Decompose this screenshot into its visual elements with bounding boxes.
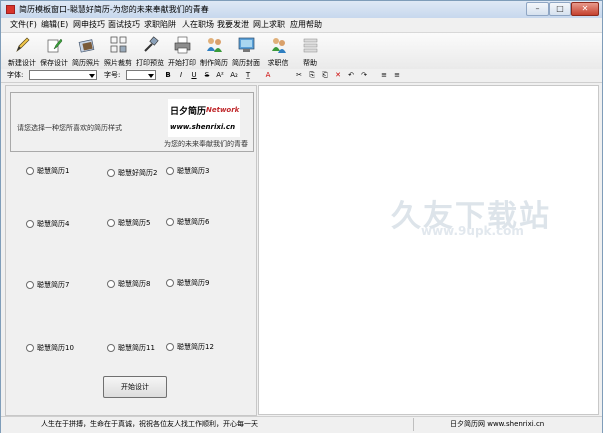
minimize-button[interactable]: – — [526, 2, 549, 16]
toolbar: 新建设计 保存设计 简历照片 照片裁剪 打印预览 开始打印 制作简历 简历封面 — [1, 33, 602, 70]
help-icon — [303, 38, 318, 53]
radio-button[interactable] — [166, 343, 174, 351]
photo-icon — [78, 39, 95, 53]
status-website: 日夕简历网 www.shenrixi.cn — [450, 420, 545, 428]
chevron-down-icon — [89, 74, 95, 78]
size-label: 字号: — [104, 71, 121, 79]
subscript-button[interactable]: A₂ — [229, 70, 239, 80]
align-left-button[interactable]: ≡ — [379, 70, 389, 80]
radio-label: 聪慧简历12 — [177, 343, 214, 351]
menu-edit[interactable]: 编辑(E) — [41, 19, 68, 30]
paste-button[interactable]: ⎗ — [320, 70, 330, 80]
radio-label: 聪慧简历6 — [177, 218, 210, 226]
template-panel: 请您选择一种您所喜欢的简历样式 日夕简历 Network www.shenrix… — [5, 85, 257, 416]
radio-label: 聪慧简历1 — [37, 167, 70, 175]
watermark-url: www.9upk.com — [421, 224, 524, 238]
menu-interview-tips[interactable]: 面试技巧 — [108, 19, 140, 30]
italic-button[interactable]: I — [176, 70, 186, 80]
align-center-button[interactable]: ≡ — [392, 70, 402, 80]
save-pencil-icon — [47, 38, 63, 53]
status-bar: 人生在于拼搏，生命在于真诚，祝祝各位友人找工作顺利，开心每一天 日夕简历网 ww… — [1, 416, 602, 433]
logo: 日夕简历 Network www.shenrixi.cn — [168, 99, 240, 137]
radio-button[interactable] — [166, 218, 174, 226]
menu-apply-tips[interactable]: 网申技巧 — [73, 19, 105, 30]
menu-job-traps[interactable]: 求职陷阱 — [144, 19, 176, 30]
radio-label: 聪慧简历8 — [118, 280, 151, 288]
radio-label: 聪慧简历10 — [37, 344, 74, 352]
radio-label: 聪慧简历11 — [118, 344, 155, 352]
logo-text: 日夕简历 — [170, 107, 207, 117]
people-icon — [207, 38, 222, 52]
format-bar: 字体: 字号: B I U S A² A₂ T̲ A ✂ ⎘ ⎗ ✕ ↶ ↷ ≡… — [1, 69, 602, 83]
status-message: 人生在于拼搏，生命在于真诚，祝祝各位友人找工作顺利，开心每一天 — [41, 420, 258, 428]
cut-button[interactable]: ✂ — [294, 70, 304, 80]
radio-button[interactable] — [26, 167, 34, 175]
font-select[interactable] — [29, 70, 97, 80]
menu-file[interactable]: 文件(F) — [10, 19, 37, 30]
radio-label: 聪慧简历9 — [177, 279, 210, 287]
menu-vent[interactable]: 我要发泄 — [217, 19, 249, 30]
status-divider — [413, 418, 414, 431]
chevron-down-icon — [148, 74, 154, 78]
logo-url: www.shenrixi.cn — [170, 123, 236, 131]
size-select[interactable] — [126, 70, 156, 80]
text-style-button[interactable]: T̲ — [243, 70, 253, 80]
radio-button[interactable] — [107, 280, 115, 288]
title-bar: 简历模板窗口-聪慧好简历-为您的未来奉献我们的青春 – □ ✕ — [1, 1, 602, 18]
logo-network-text: Network — [206, 106, 240, 114]
banner: 请您选择一种您所喜欢的简历样式 日夕简历 Network www.shenrix… — [10, 92, 254, 152]
close-button[interactable]: ✕ — [571, 2, 599, 16]
menu-bar: 文件(F) 编辑(E) 网申技巧 面试技巧 求职陷阱 人在职场 我要发泄 网上求… — [1, 18, 602, 33]
bold-button[interactable]: B — [163, 70, 173, 80]
menu-online-job[interactable]: 网上求职 — [253, 19, 285, 30]
radio-button[interactable] — [26, 220, 34, 228]
radio-button[interactable] — [26, 344, 34, 352]
radio-button[interactable] — [166, 167, 174, 175]
app-window: 简历模板窗口-聪慧好简历-为您的未来奉献我们的青春 – □ ✕ 文件(F) 编辑… — [0, 0, 603, 433]
radio-label: 聪慧简历7 — [37, 281, 70, 289]
radio-label: 聪慧好简历2 — [118, 169, 158, 177]
template-prompt: 请您选择一种您所喜欢的简历样式 — [17, 124, 122, 132]
menu-workplace[interactable]: 人在职场 — [182, 19, 214, 30]
print-preview-icon — [144, 36, 159, 52]
delete-button[interactable]: ✕ — [333, 70, 343, 80]
strikethrough-button[interactable]: S — [202, 70, 212, 80]
cover-icon — [238, 37, 255, 52]
slogan: 为您的未来奉献我们的青春 — [164, 140, 248, 148]
copy-button[interactable]: ⎘ — [307, 70, 317, 80]
help-button[interactable]: 帮助 — [295, 35, 325, 68]
radio-button[interactable] — [26, 281, 34, 289]
radio-button[interactable] — [107, 219, 115, 227]
redo-button[interactable]: ↷ — [359, 70, 369, 80]
window-title: 简历模板窗口-聪慧好简历-为您的未来奉献我们的青春 — [19, 5, 209, 14]
radio-button[interactable] — [166, 279, 174, 287]
radio-button[interactable] — [107, 344, 115, 352]
superscript-button[interactable]: A² — [215, 70, 225, 80]
radio-label: 聪慧简历5 — [118, 219, 151, 227]
radio-label: 聪慧简历4 — [37, 220, 70, 228]
crop-icon — [110, 36, 127, 53]
undo-button[interactable]: ↶ — [346, 70, 356, 80]
radio-button[interactable] — [107, 169, 115, 177]
font-color-button[interactable]: A — [263, 70, 273, 80]
menu-help[interactable]: 应用帮助 — [290, 19, 322, 30]
maximize-button[interactable]: □ — [549, 2, 571, 16]
font-label: 字体: — [7, 71, 24, 79]
editor-area[interactable] — [258, 85, 599, 415]
start-design-button[interactable]: 开始设计 — [103, 376, 167, 398]
radio-label: 聪慧简历3 — [177, 167, 210, 175]
app-icon — [6, 5, 15, 14]
toolbar-label: 帮助 — [303, 59, 317, 67]
pencil-icon — [16, 37, 30, 53]
letter-people-icon — [272, 38, 286, 53]
underline-button[interactable]: U — [189, 70, 199, 80]
printer-icon — [174, 36, 191, 54]
